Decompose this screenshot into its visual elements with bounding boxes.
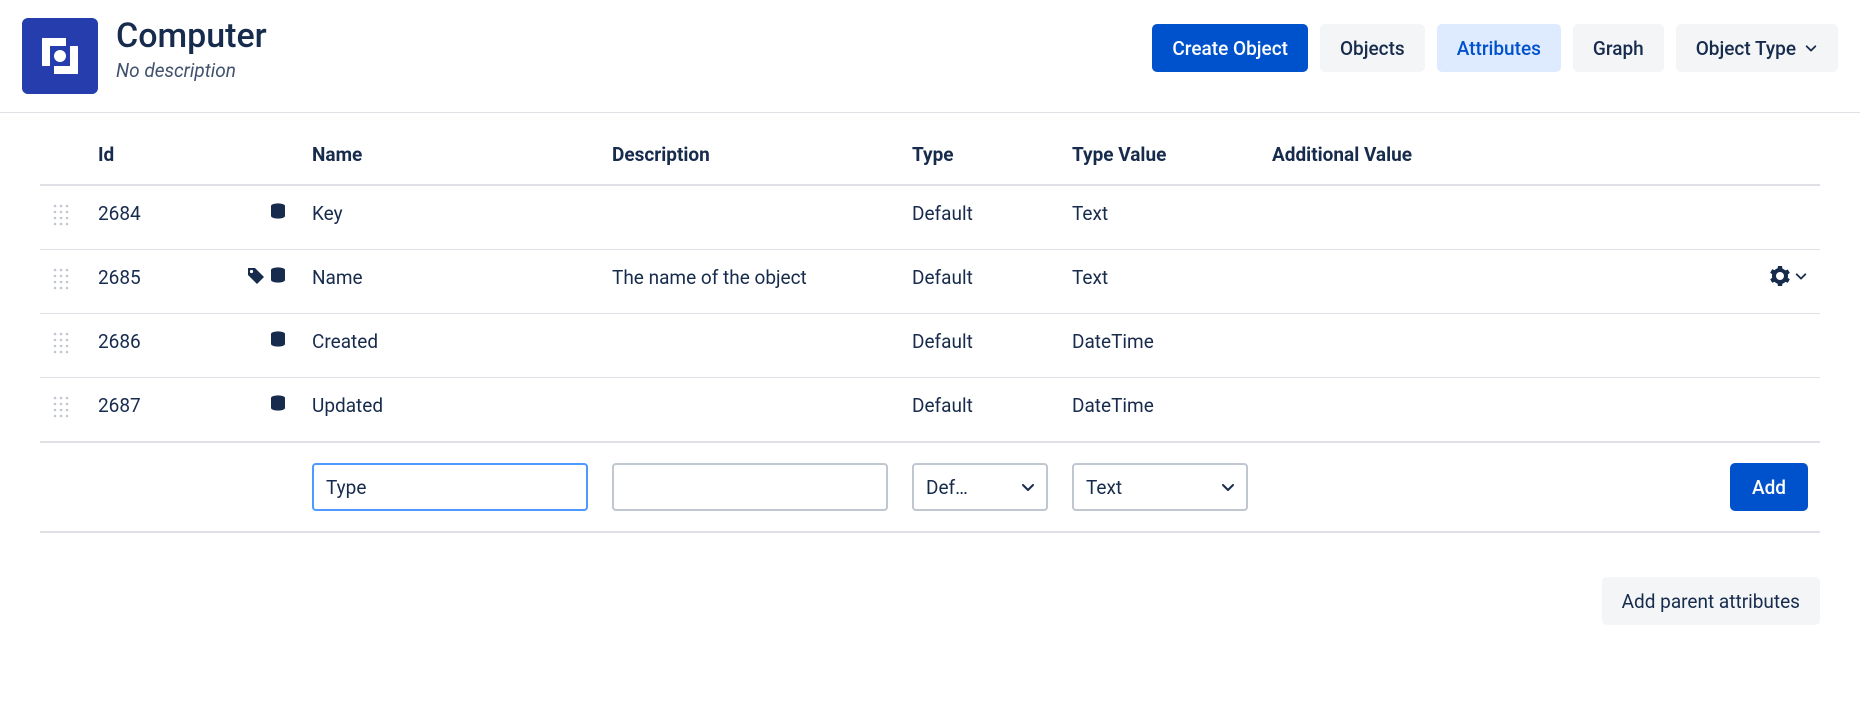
tab-objects[interactable]: Objects xyxy=(1320,24,1425,72)
new-attr-type-value-select[interactable]: Text xyxy=(1072,463,1248,511)
database-icon xyxy=(268,202,288,222)
cell-type: Default xyxy=(900,185,1060,250)
cell-type: Default xyxy=(900,250,1060,314)
tab-graph[interactable]: Graph xyxy=(1573,24,1664,72)
cell-additional-value xyxy=(1260,314,1710,378)
column-header-name: Name xyxy=(300,123,600,185)
table-row: 2685 NameThe name of the objectDefaultTex… xyxy=(40,250,1820,314)
cell-description: The name of the object xyxy=(600,250,900,314)
cell-type-value: Text xyxy=(1060,250,1260,314)
cell-description xyxy=(600,378,900,443)
page-subtitle: No description xyxy=(116,59,1152,82)
column-header-additional-value: Additional Value xyxy=(1260,123,1710,185)
add-attribute-row: Def… Text Add xyxy=(40,442,1820,532)
cell-id: 2686 xyxy=(86,314,226,378)
cell-description xyxy=(600,314,900,378)
new-attr-description-input[interactable] xyxy=(612,463,888,511)
row-settings-button[interactable] xyxy=(1770,266,1808,286)
cell-type-value: Text xyxy=(1060,185,1260,250)
page-title: Computer xyxy=(116,18,1152,55)
cell-additional-value xyxy=(1260,378,1710,443)
column-header-description: Description xyxy=(600,123,900,185)
tag-icon xyxy=(246,266,266,286)
cell-name: Created xyxy=(300,314,600,378)
database-icon xyxy=(268,330,288,350)
tab-attributes[interactable]: Attributes xyxy=(1437,24,1561,72)
new-attr-name-input[interactable] xyxy=(312,463,588,511)
gear-icon xyxy=(1770,266,1790,286)
table-row: 2686 Created DefaultDateTime xyxy=(40,314,1820,378)
cell-additional-value xyxy=(1260,250,1710,314)
column-header-type-value: Type Value xyxy=(1060,123,1260,185)
column-header-type: Type xyxy=(900,123,1060,185)
cell-type-value: DateTime xyxy=(1060,314,1260,378)
cell-additional-value xyxy=(1260,185,1710,250)
page-header: Computer No description Create Object Ob… xyxy=(0,0,1860,113)
chevron-down-icon xyxy=(1794,269,1808,283)
cell-name: Key xyxy=(300,185,600,250)
database-icon xyxy=(268,266,288,286)
drag-handle-icon[interactable] xyxy=(52,330,70,356)
drag-handle-icon[interactable] xyxy=(52,394,70,420)
cell-id: 2687 xyxy=(86,378,226,443)
drag-handle-icon[interactable] xyxy=(52,266,70,292)
cell-type: Default xyxy=(900,314,1060,378)
object-type-icon xyxy=(22,18,98,94)
chevron-down-icon xyxy=(1804,41,1818,55)
add-parent-attributes-button[interactable]: Add parent attributes xyxy=(1602,577,1820,625)
cell-name: Updated xyxy=(300,378,600,443)
drag-handle-icon[interactable] xyxy=(52,202,70,228)
new-attr-type-select[interactable]: Def… xyxy=(912,463,1048,511)
attributes-table: Id Name Description Type Type Value Addi… xyxy=(40,123,1820,533)
object-type-dropdown-label: Object Type xyxy=(1696,37,1796,60)
column-header-id: Id xyxy=(86,123,226,185)
database-icon xyxy=(268,394,288,414)
cell-type-value: DateTime xyxy=(1060,378,1260,443)
create-object-button[interactable]: Create Object xyxy=(1152,24,1308,72)
cell-id: 2684 xyxy=(86,185,226,250)
cell-description xyxy=(600,185,900,250)
cell-name: Name xyxy=(300,250,600,314)
table-row: 2687 Updated DefaultDateTime xyxy=(40,378,1820,443)
table-row: 2684 Key DefaultText xyxy=(40,185,1820,250)
object-type-dropdown[interactable]: Object Type xyxy=(1676,24,1838,72)
cell-id: 2685 xyxy=(86,250,226,314)
cell-type: Default xyxy=(900,378,1060,443)
add-attribute-button[interactable]: Add xyxy=(1730,463,1808,511)
